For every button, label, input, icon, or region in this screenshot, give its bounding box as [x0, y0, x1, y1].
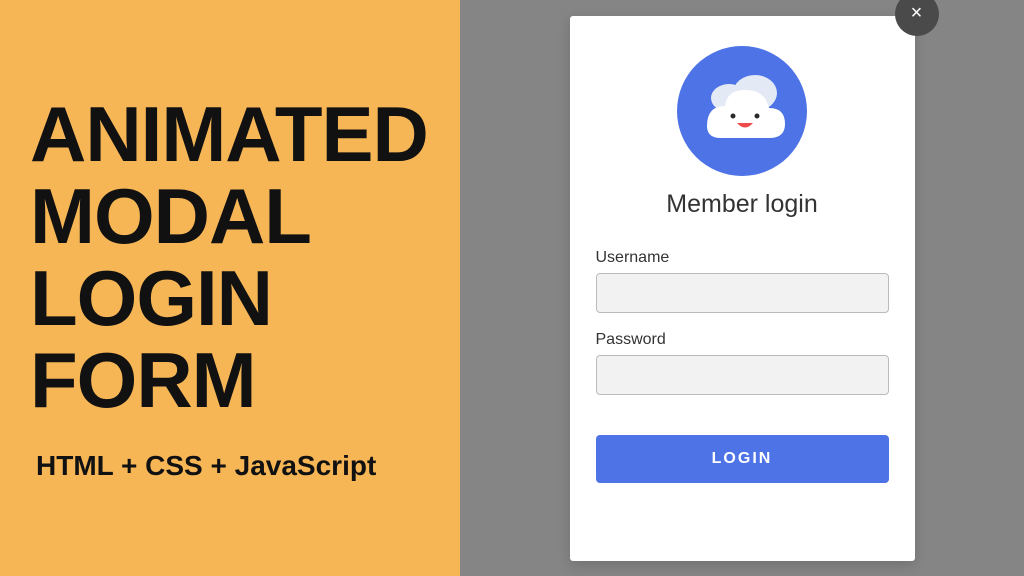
login-modal: × Member login Username Password LOGIN [570, 16, 915, 561]
username-label: Username [596, 249, 889, 267]
modal-title: Member login [596, 190, 889, 219]
promo-panel: ANIMATED MODAL LOGIN FORM HTML + CSS + J… [0, 0, 460, 576]
headline-text: ANIMATED MODAL LOGIN FORM [30, 94, 440, 422]
subheading-text: HTML + CSS + JavaScript [36, 450, 440, 482]
modal-backdrop: × Member login Username Password LOGIN [460, 0, 1024, 576]
password-label: Password [596, 331, 889, 349]
username-input[interactable] [596, 273, 889, 313]
password-input[interactable] [596, 355, 889, 395]
avatar [677, 46, 807, 176]
close-button[interactable]: × [895, 0, 939, 36]
login-button[interactable]: LOGIN [596, 435, 889, 483]
cloud-icon [687, 56, 797, 166]
close-icon: × [911, 2, 923, 25]
